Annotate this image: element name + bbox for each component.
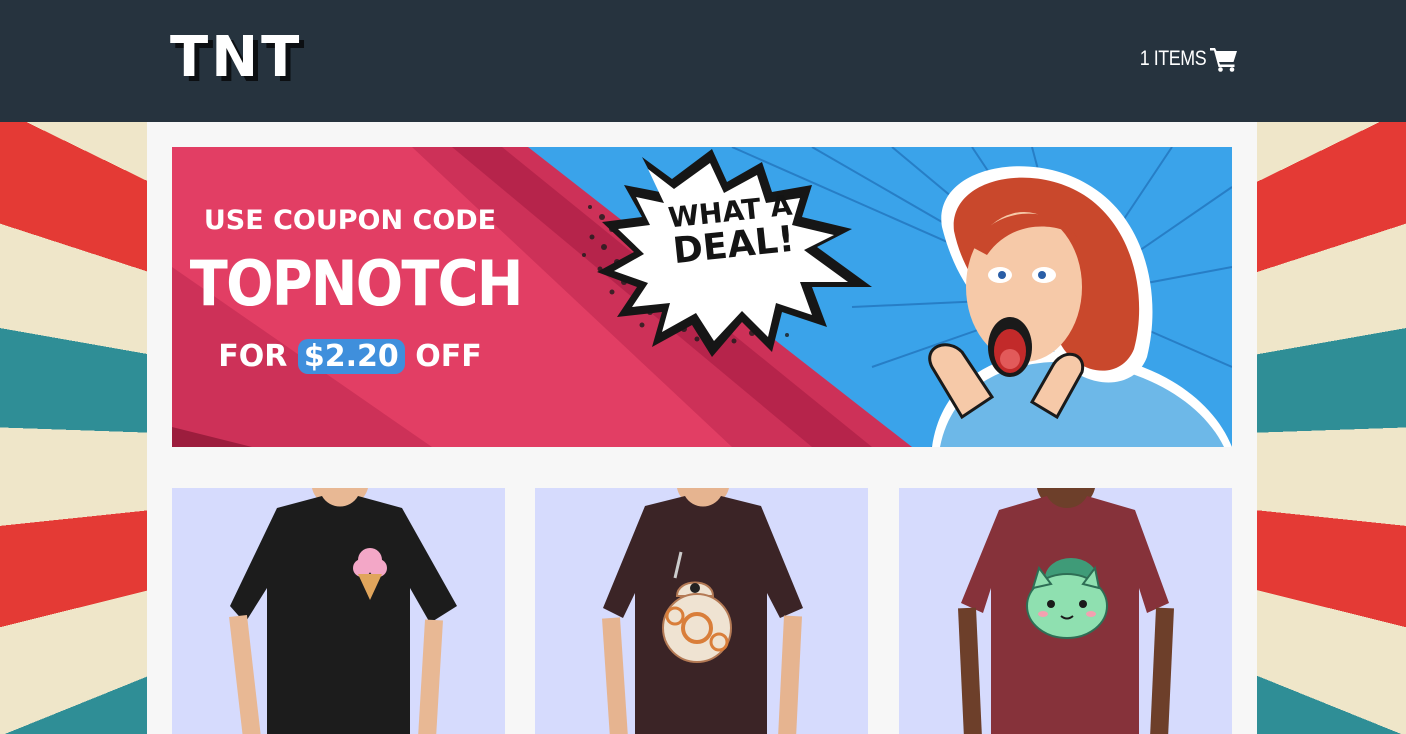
cart-link[interactable]: 1 ITEMS (1128, 44, 1238, 74)
discount-prefix: FOR (218, 339, 288, 374)
product-card[interactable] (899, 488, 1232, 734)
discount-line: FOR $2.20 OFF (172, 339, 528, 374)
product-image-bulbasaur-tee (958, 488, 1174, 734)
product-image-icecream-tee (229, 488, 457, 734)
banner-headline: USE COUPON CODE (203, 205, 497, 236)
site-logo[interactable]: TNT (170, 28, 302, 88)
product-image-bb8-tee (602, 488, 803, 734)
product-card[interactable] (172, 488, 505, 734)
product-grid (172, 488, 1232, 734)
promo-banner[interactable]: USE COUPON CODE TOPNOTCH FOR $2.20 OFF W… (172, 147, 1232, 447)
product-card[interactable] (535, 488, 868, 734)
site-header: TNT 1 ITEMS (0, 0, 1406, 122)
shopping-cart-icon (1210, 48, 1237, 72)
cart-count-label: 1 ITEMS (1139, 47, 1207, 70)
discount-amount: $2.20 (297, 339, 405, 374)
main-content: USE COUPON CODE TOPNOTCH FOR $2.20 OFF W… (147, 122, 1257, 734)
coupon-code: TOPNOTCH (189, 247, 524, 320)
discount-suffix: OFF (415, 339, 482, 374)
